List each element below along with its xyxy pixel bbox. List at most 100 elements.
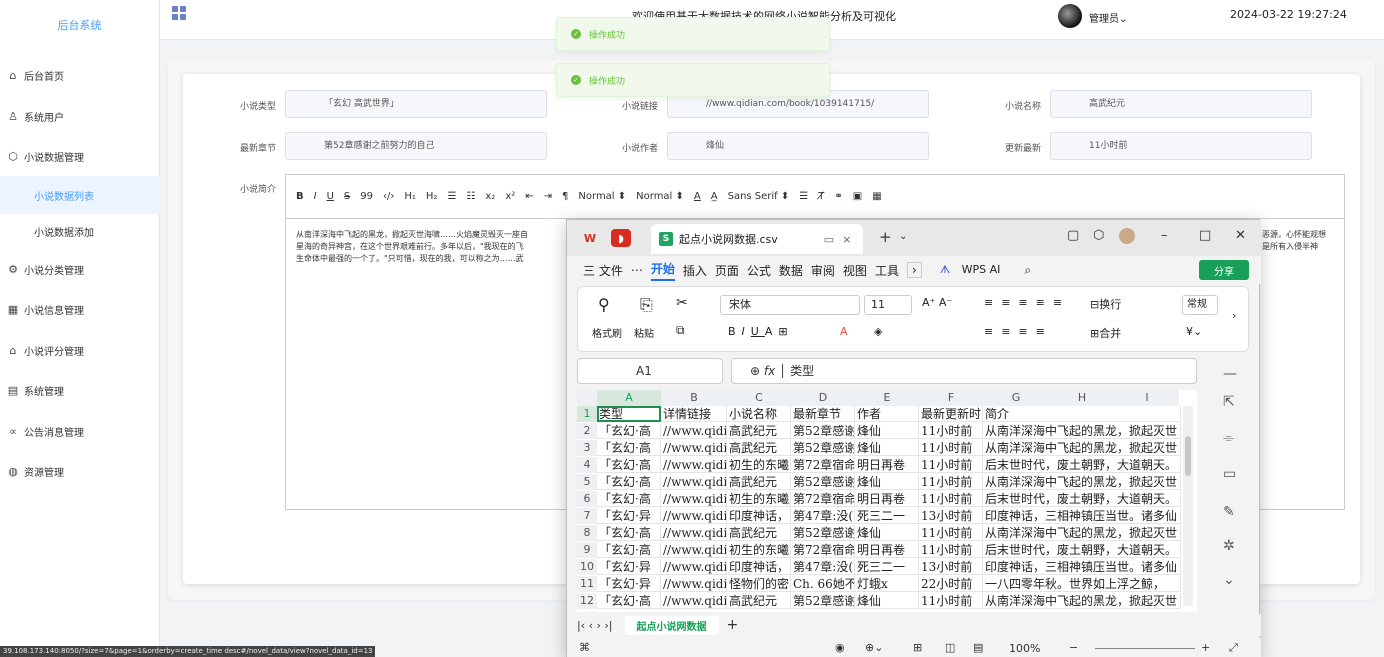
h1-button[interactable]: H₁	[404, 191, 416, 202]
font-size-select[interactable]: 11	[864, 295, 912, 315]
table-cell[interactable]: 11小时前	[919, 491, 983, 507]
row-header[interactable]: 1	[577, 406, 597, 422]
menu-page[interactable]: 页面	[715, 262, 739, 279]
table-cell[interactable]: 13小时前	[919, 559, 983, 575]
grow-font-icon[interactable]: A⁺ A⁻	[922, 296, 952, 309]
update-field[interactable]: 11小时前	[1050, 132, 1312, 160]
table-cell[interactable]: 怪物们的密	[727, 576, 791, 592]
table-cell[interactable]: 一八四零年秋。世界如上浮之鲸，	[983, 576, 1181, 592]
menu-view[interactable]: 视图	[843, 262, 867, 279]
quote-button[interactable]: 99	[360, 191, 373, 202]
wps-logo-icon[interactable]: W	[577, 227, 603, 249]
table-cell[interactable]: 从南洋深海中飞起的黑龙，掀起灭世	[983, 423, 1181, 439]
menu-novel-info[interactable]: ▦ 小说信息管理	[0, 290, 160, 328]
table-cell[interactable]: 「玄幻·高	[597, 525, 661, 541]
table-cell[interactable]: 类型	[597, 406, 661, 422]
code-button[interactable]: ‹/›	[383, 191, 394, 202]
number-format-select[interactable]: 常规	[1182, 295, 1218, 315]
rtl-button[interactable]: ¶	[562, 191, 568, 202]
row-header[interactable]: 11	[577, 576, 597, 592]
row-header[interactable]: 12	[577, 593, 597, 609]
table-cell[interactable]: 第52章感谢	[791, 474, 855, 490]
table-cell[interactable]: Ch. 66她不	[791, 576, 855, 592]
table-cell[interactable]: //www.qidi	[661, 423, 727, 439]
menu-tools[interactable]: 工具	[875, 262, 899, 279]
fullscreen-icon[interactable]: ⤢	[1229, 641, 1238, 655]
indent-button[interactable]: ⇥	[544, 191, 552, 202]
table-cell[interactable]: 11小时前	[919, 525, 983, 541]
add-sheet-button[interactable]: +	[727, 617, 739, 633]
zoom-out-icon[interactable]: −	[1069, 641, 1078, 654]
table-cell[interactable]: 「玄幻·异	[597, 508, 661, 524]
merge-button[interactable]: ⊞合并	[1090, 325, 1121, 341]
table-cell[interactable]: 11小时前	[919, 440, 983, 456]
menu-home[interactable]: ⌂ 后台首页	[0, 56, 160, 94]
table-cell[interactable]: 从南洋深海中飞起的黑龙，掀起灭世	[983, 474, 1181, 490]
clean-button[interactable]: T̸	[818, 191, 824, 202]
table-cell[interactable]: 烽仙	[855, 440, 919, 456]
table-cell[interactable]: 从南洋深海中飞起的黑龙，掀起灭世	[983, 440, 1181, 456]
sup-button[interactable]: x²	[505, 191, 515, 202]
table-cell[interactable]: 印度神话，三相神镇压当世。诸多仙	[983, 508, 1181, 524]
table-cell[interactable]: 从南洋深海中飞起的黑龙，掀起灭世	[983, 525, 1181, 541]
cube-icon[interactable]: ⬡	[1093, 228, 1104, 243]
vertical-scrollbar[interactable]	[1183, 406, 1193, 606]
page-break-icon[interactable]: ▤	[973, 641, 983, 654]
size-select[interactable]: Normal ⬍	[578, 191, 626, 202]
table-cell[interactable]: 明日再卷	[855, 542, 919, 558]
color-button[interactable]: A	[694, 191, 701, 202]
align-buttons-2[interactable]: ≡≡≡≡	[984, 325, 1053, 338]
table-cell[interactable]: 烽仙	[855, 525, 919, 541]
chevron-right-icon[interactable]: ›	[1232, 309, 1236, 322]
column-header[interactable]: I	[1115, 390, 1179, 406]
macro-icon[interactable]: ⌘	[579, 641, 590, 654]
table-cell[interactable]: 11小时前	[919, 457, 983, 473]
row-header[interactable]: 2	[577, 423, 597, 439]
eye-icon[interactable]: ◉	[835, 641, 845, 654]
copy-icon[interactable]: ⧉	[676, 323, 685, 338]
underline-button[interactable]: U	[327, 191, 334, 202]
table-cell[interactable]: 明日再卷	[855, 491, 919, 507]
formula-input[interactable]: ⊕ fx │ 类型	[731, 358, 1197, 384]
table-cell[interactable]: 第72章宿命	[791, 457, 855, 473]
table-cell[interactable]: 高武纪元	[727, 593, 791, 609]
table-cell[interactable]: 后末世时代，废土朝野，大道朝天。	[983, 491, 1181, 507]
cut-icon[interactable]: ✂	[676, 295, 688, 311]
pen-icon[interactable]: ✎	[1223, 504, 1235, 520]
table-cell[interactable]: 初生的东曦	[727, 542, 791, 558]
select-tool-icon[interactable]: ⇱	[1223, 394, 1235, 410]
table-cell[interactable]: 22小时前	[919, 576, 983, 592]
column-header[interactable]: C	[727, 390, 791, 406]
normal-view-icon[interactable]: ⊞	[913, 641, 922, 654]
table-cell[interactable]: 初生的东曦	[727, 491, 791, 507]
table-cell[interactable]: 烽仙	[855, 593, 919, 609]
column-header[interactable]: E	[855, 390, 919, 406]
table-cell[interactable]: 第52章感谢	[791, 423, 855, 439]
table-cell[interactable]: //www.qidi	[661, 440, 727, 456]
paste-icon[interactable]: ⎘	[640, 295, 653, 315]
menu-data[interactable]: 数据	[779, 262, 803, 279]
font-style-buttons[interactable]: BIUA⊞	[728, 325, 794, 338]
menu-review[interactable]: 审阅	[811, 262, 835, 279]
currency-icon[interactable]: ¥⌄	[1186, 325, 1202, 338]
table-cell[interactable]: 第52章感谢	[791, 525, 855, 541]
table-cell[interactable]: //www.qidi	[661, 474, 727, 490]
italic-button[interactable]: I	[314, 191, 317, 202]
row-header[interactable]: 9	[577, 542, 597, 558]
scrollbar-thumb[interactable]	[1185, 436, 1191, 476]
table-cell[interactable]: 烽仙	[855, 474, 919, 490]
menu-system-users[interactable]: ♙ 系统用户	[0, 97, 160, 135]
page-layout-icon[interactable]: ◫	[945, 641, 955, 654]
sheet-nav-icons[interactable]: |‹ ‹ › ›|	[577, 619, 613, 632]
h2-button[interactable]: H₂	[426, 191, 438, 202]
table-cell[interactable]: 第72章宿命	[791, 491, 855, 507]
table-cell[interactable]: //www.qidi	[661, 576, 727, 592]
column-header[interactable]: F	[919, 390, 983, 406]
format-painter-label[interactable]: 格式刷	[592, 325, 622, 340]
search-icon[interactable]: ⌕	[1024, 263, 1031, 278]
row-header[interactable]: 6	[577, 491, 597, 507]
align-buttons[interactable]: ≡≡≡≡≡	[984, 296, 1070, 309]
table-cell[interactable]: 高武纪元	[727, 423, 791, 439]
row-header[interactable]: 4	[577, 457, 597, 473]
table-cell[interactable]: 死三二一	[855, 559, 919, 575]
